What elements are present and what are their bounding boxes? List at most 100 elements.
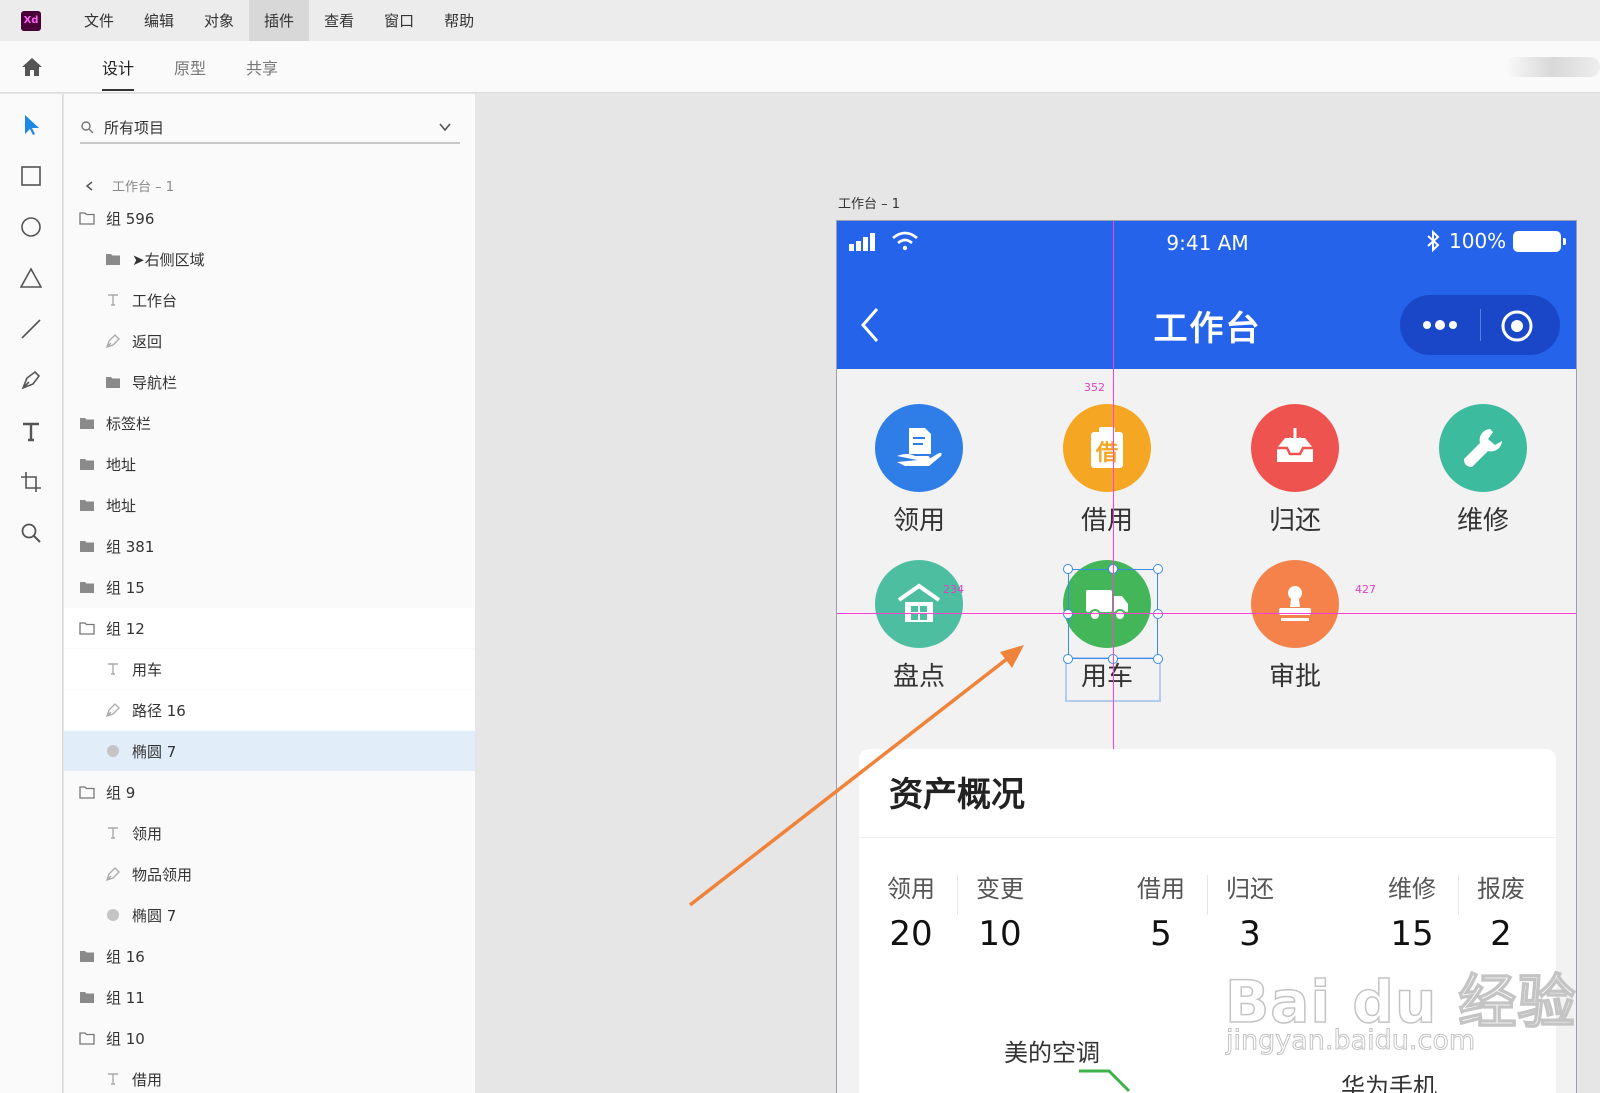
- close-target-icon[interactable]: [1500, 309, 1534, 343]
- stat-item[interactable]: 变更 10: [965, 869, 1035, 954]
- breadcrumb-artboard: 工作台 – 1: [112, 180, 175, 195]
- stat-divider: [1207, 875, 1208, 915]
- chevron-left-icon[interactable]: [84, 180, 96, 192]
- select-tool-icon[interactable]: [18, 112, 44, 138]
- layer-row[interactable]: 组 15: [64, 567, 475, 607]
- guide-distance-left: 234: [943, 583, 964, 596]
- artboard-tool-icon[interactable]: [18, 469, 44, 495]
- artboard-title[interactable]: 工作台 – 1: [838, 193, 900, 212]
- stat-value: 20: [889, 914, 933, 954]
- resize-handle[interactable]: [1063, 654, 1073, 664]
- tab-design[interactable]: 设计: [82, 41, 154, 93]
- layer-row[interactable]: ➤右侧区域: [64, 239, 475, 279]
- card-divider: [859, 837, 1556, 838]
- folder-icon: [78, 988, 96, 1006]
- stat-label: 报废: [1477, 875, 1525, 903]
- app-lingyong[interactable]: 领用: [859, 404, 979, 537]
- borrow-box-icon: 借: [1091, 427, 1123, 468]
- folder-icon: [78, 578, 96, 596]
- stat-value: 5: [1150, 914, 1172, 954]
- layer-row[interactable]: 组 16: [64, 936, 475, 976]
- layer-row[interactable]: 组 9: [64, 772, 475, 812]
- layer-row[interactable]: 组 10: [64, 1018, 475, 1058]
- menu-view[interactable]: 查看: [309, 0, 369, 41]
- layer-row[interactable]: 组 11: [64, 977, 475, 1017]
- app-jieyong[interactable]: 借 借用: [1047, 404, 1167, 537]
- menu-plugins[interactable]: 插件: [249, 0, 310, 41]
- app-circle: [875, 560, 963, 648]
- layer-label: 物品领用: [132, 865, 193, 884]
- app-circle: [1251, 404, 1339, 492]
- layer-row[interactable]: 组 596: [64, 198, 475, 238]
- breadcrumb[interactable]: 工作台 – 1: [84, 176, 174, 195]
- ellipse-tool-icon[interactable]: [18, 214, 44, 240]
- stat-item[interactable]: 报废 2: [1466, 869, 1536, 954]
- chart-label: 华为手机: [1341, 1073, 1437, 1093]
- layer-row[interactable]: 组 381: [64, 526, 475, 566]
- layer-row[interactable]: 地址: [64, 485, 475, 525]
- layers-filter-dropdown[interactable]: 所有项目: [80, 112, 460, 144]
- zoom-tool-icon[interactable]: [18, 520, 44, 546]
- layer-row[interactable]: 用车: [64, 649, 475, 689]
- layer-label: 组 596: [106, 209, 155, 228]
- tab-share[interactable]: 共享: [226, 41, 298, 93]
- menu-help[interactable]: 帮助: [429, 0, 489, 41]
- text-tool-icon[interactable]: [18, 418, 44, 444]
- stat-value: 3: [1239, 914, 1261, 954]
- menu-object[interactable]: 对象: [189, 0, 249, 41]
- folder-open-icon: [78, 783, 96, 801]
- layer-row[interactable]: 导航栏: [64, 362, 475, 402]
- folder-open-icon: [78, 209, 96, 227]
- app-weixiu[interactable]: 维修: [1423, 404, 1543, 537]
- tool-bar: [0, 94, 63, 1093]
- layer-label: 领用: [132, 824, 163, 843]
- tab-prototype[interactable]: 原型: [154, 41, 226, 93]
- pen-tool-icon[interactable]: [18, 367, 44, 393]
- resize-handle[interactable]: [1153, 564, 1163, 574]
- layer-row[interactable]: 路径 16: [64, 690, 475, 730]
- layer-row[interactable]: 领用: [64, 813, 475, 853]
- resize-handle[interactable]: [1063, 564, 1073, 574]
- layer-label: 椭圆 7: [132, 742, 177, 761]
- rectangle-tool-icon[interactable]: [18, 163, 44, 189]
- chevron-down-icon[interactable]: [438, 120, 452, 134]
- app-pandian[interactable]: 盘点: [859, 560, 979, 693]
- layer-label: 路径 16: [132, 701, 186, 720]
- stat-value: 15: [1390, 914, 1434, 954]
- stat-item[interactable]: 维修 15: [1377, 869, 1447, 954]
- polygon-tool-icon[interactable]: [18, 265, 44, 291]
- resize-handle[interactable]: [1153, 609, 1163, 619]
- mini-program-capsule: [1400, 295, 1560, 355]
- stat-item[interactable]: 领用 20: [876, 869, 946, 954]
- folder-open-icon: [78, 619, 96, 637]
- layer-label: 组 381: [106, 537, 155, 556]
- layer-row[interactable]: 返回: [64, 321, 475, 361]
- layer-row[interactable]: 椭圆 7: [64, 895, 475, 935]
- resize-handle[interactable]: [1153, 654, 1163, 664]
- path-icon: [104, 865, 122, 883]
- app-guihuan[interactable]: 归还: [1235, 404, 1355, 537]
- menu-window[interactable]: 窗口: [369, 0, 429, 41]
- resize-handle[interactable]: [1063, 609, 1073, 619]
- layer-row[interactable]: 组 12: [64, 608, 475, 648]
- layer-row[interactable]: 物品领用: [64, 854, 475, 894]
- menu-file[interactable]: 文件: [69, 0, 129, 41]
- layer-row[interactable]: 地址: [64, 444, 475, 484]
- layer-row[interactable]: 标签栏: [64, 403, 475, 443]
- layer-label: 组 16: [106, 947, 145, 966]
- guide-distance-top: 352: [1084, 381, 1105, 394]
- filter-label: 所有项目: [104, 118, 165, 137]
- layer-row[interactable]: 工作台: [64, 280, 475, 320]
- app-shenpi[interactable]: 审批: [1235, 560, 1355, 693]
- nav-header: 9:41 AM 100% 工作台: [837, 221, 1576, 369]
- stat-item[interactable]: 归还 3: [1215, 869, 1285, 954]
- layer-row[interactable]: 借用: [64, 1059, 475, 1093]
- home-icon[interactable]: [20, 55, 44, 79]
- menu-edit[interactable]: 编辑: [129, 0, 189, 41]
- capsule-divider: [1480, 309, 1481, 341]
- app-label: 借用: [1080, 506, 1133, 536]
- line-tool-icon[interactable]: [18, 316, 44, 342]
- more-dots-icon[interactable]: [1422, 317, 1458, 333]
- layer-row[interactable]: 椭圆 7: [64, 731, 475, 771]
- stat-item[interactable]: 借用 5: [1126, 869, 1196, 954]
